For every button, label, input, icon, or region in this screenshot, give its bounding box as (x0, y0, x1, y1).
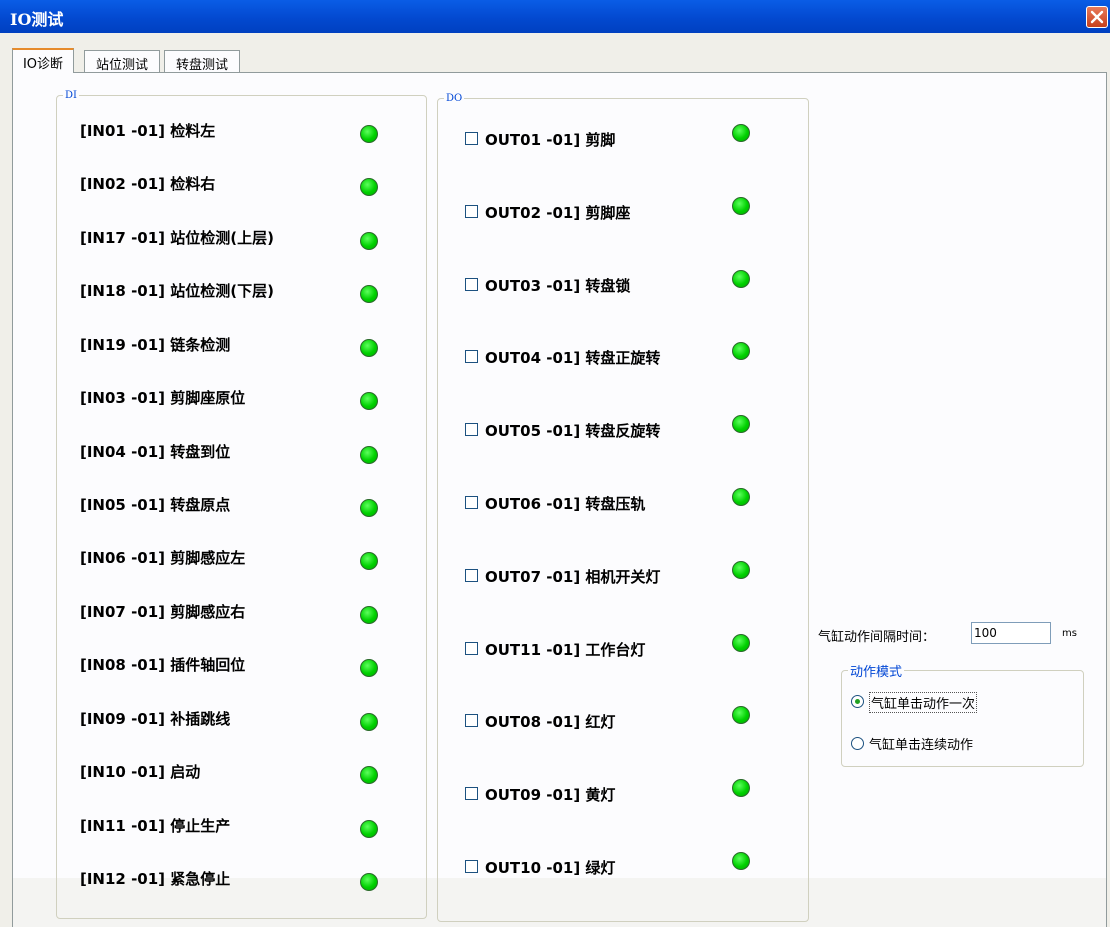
do-output-checkbox[interactable] (465, 132, 478, 145)
do-output-label[interactable]: OUT03 -01] 转盘锁 (485, 275, 630, 296)
do-output-checkbox[interactable] (465, 568, 478, 582)
do-output-label[interactable]: OUT06 -01] 转盘压轨 (485, 493, 645, 514)
do-output-label[interactable]: OUT01 -01] 剪脚 (485, 129, 615, 150)
do-output-checkbox[interactable] (465, 641, 478, 655)
do-output-label[interactable]: OUT02 -01] 剪脚座 (485, 202, 630, 223)
di-input-label: [IN18 -01] 站位检测(下层) (80, 282, 274, 301)
do-output-checkbox[interactable] (465, 423, 478, 437)
di-input-label: [IN17 -01] 站位检测(上层) (80, 228, 274, 247)
do-output-label[interactable]: OUT08 -01] 红灯 (485, 711, 615, 732)
do-output-label[interactable]: OUT04 -01] 转盘正旋转 (485, 347, 660, 368)
do-output-label[interactable]: OUT05 -01] 转盘反旋转 (485, 420, 660, 441)
do-output-checkbox[interactable] (465, 277, 478, 291)
mode-continuous-radio[interactable] (851, 737, 864, 750)
tab-label: 站位测试 (95, 58, 148, 73)
do-output-checkbox[interactable] (465, 204, 478, 218)
do-status-led (732, 124, 750, 142)
do-output-checkbox[interactable] (465, 787, 478, 801)
do-output-checkbox[interactable] (465, 350, 478, 364)
do-output-checkbox[interactable] (465, 860, 478, 873)
do-status-led (732, 196, 750, 215)
di-status-led (360, 338, 378, 357)
do-output-label[interactable]: OUT10 -01] 绿灯 (485, 857, 615, 878)
do-output-label[interactable]: OUT09 -01] 黄灯 (485, 784, 615, 805)
do-status-led (732, 269, 750, 288)
di-input-label: [IN06 -01] 剪脚感应左 (80, 549, 246, 568)
do-status-led (732, 488, 750, 506)
di-status-led (360, 499, 378, 517)
tab-turntable-test[interactable]: 转盘测试 (164, 50, 240, 73)
di-input-label: [IN03 -01] 剪脚座原位 (80, 389, 246, 408)
di-status-led (360, 819, 378, 838)
do-output-checkbox[interactable] (465, 714, 478, 728)
interval-input[interactable]: 100 (971, 622, 1051, 644)
di-input-label: [IN19 -01] 链条检测 (80, 335, 231, 354)
mode-continuous-label[interactable]: 气缸单击连续动作 (869, 734, 973, 753)
tab-station-test[interactable]: 站位测试 (84, 50, 160, 73)
window-title: IO测试 (10, 10, 64, 29)
di-input-label: [IN02 -01] 检料右 (80, 175, 216, 194)
di-status-led (360, 605, 378, 624)
do-status-led (732, 852, 750, 870)
title-bar[interactable]: IO测试 (0, 0, 1110, 33)
di-status-led (360, 125, 378, 143)
di-input-label: [IN04 -01] 转盘到位 (80, 442, 231, 461)
mode-single-radio[interactable] (851, 695, 864, 708)
action-mode-legend: 动作模式 (850, 665, 903, 680)
do-status-led (732, 633, 750, 652)
di-status-led (360, 445, 378, 464)
tab-label: IO诊断 (22, 57, 64, 72)
interval-label: 气缸动作间隔时间： (818, 630, 936, 645)
di-input-label: [IN11 -01] 停止生产 (80, 816, 231, 835)
do-status-led (732, 560, 750, 579)
di-input-label: [IN08 -01] 插件轴回位 (80, 656, 246, 675)
di-input-label: [IN09 -01] 补插跳线 (80, 709, 231, 728)
di-status-led (360, 712, 378, 731)
do-output-checkbox[interactable] (465, 496, 478, 509)
di-legend: DI (65, 90, 77, 101)
di-input-label: [IN01 -01] 检料左 (80, 122, 216, 140)
close-button[interactable] (1086, 6, 1108, 28)
di-input-label: [IN05 -01] 转盘原点 (80, 496, 231, 514)
tab-io-diagnosis[interactable]: IO诊断 (12, 48, 74, 73)
interval-unit: ms (1062, 628, 1077, 639)
close-icon (1090, 10, 1104, 24)
di-input-label: [IN10 -01] 启动 (80, 763, 201, 782)
di-input-label: [IN12 -01] 紧急停止 (80, 870, 231, 889)
do-output-label[interactable]: OUT11 -01] 工作台灯 (485, 639, 645, 660)
di-status-led (360, 231, 378, 250)
do-output-label[interactable]: OUT07 -01] 相机开关灯 (485, 566, 660, 587)
mode-single-label[interactable]: 气缸单击动作一次 (869, 692, 978, 713)
di-status-led (360, 873, 378, 892)
do-legend: DO (446, 93, 463, 104)
di-input-label: [IN07 -01] 剪脚感应右 (80, 602, 246, 621)
tab-label: 转盘测试 (175, 58, 228, 73)
